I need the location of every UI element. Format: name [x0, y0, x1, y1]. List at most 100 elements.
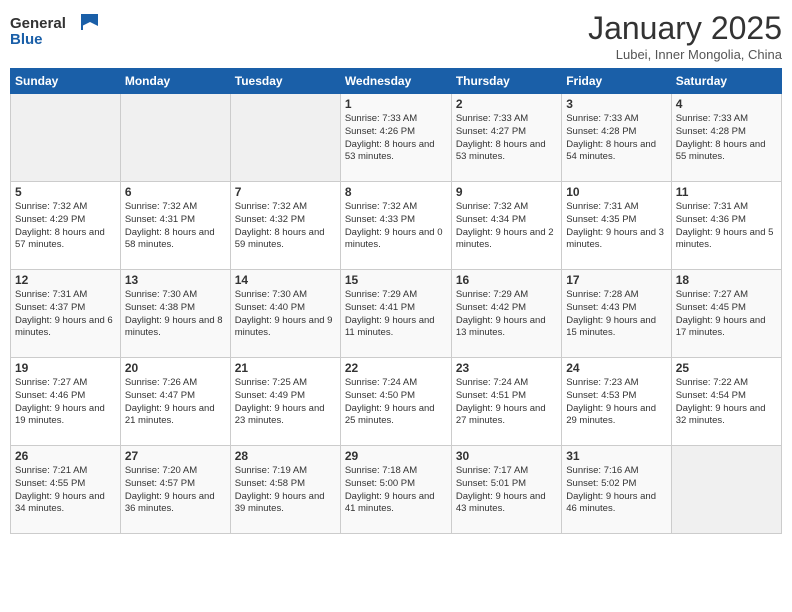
day-number: 30	[456, 449, 557, 463]
calendar-cell: 16 Sunrise: 7:29 AMSunset: 4:42 PMDayligh…	[451, 270, 561, 358]
day-number: 28	[235, 449, 336, 463]
day-info: Sunrise: 7:17 AMSunset: 5:01 PMDaylight:…	[456, 465, 557, 516]
day-number: 16	[456, 273, 557, 287]
calendar-cell: 14 Sunrise: 7:30 AMSunset: 4:40 PMDayligh…	[230, 270, 340, 358]
day-number: 11	[676, 185, 777, 199]
day-info: Sunrise: 7:28 AMSunset: 4:43 PMDaylight:…	[566, 289, 666, 340]
day-header-tuesday: Tuesday	[230, 69, 340, 94]
page: General Blue January 2025 Lubei, Inner M…	[0, 0, 792, 612]
calendar-cell: 2 Sunrise: 7:33 AMSunset: 4:27 PMDaylight…	[451, 94, 561, 182]
calendar-cell: 21 Sunrise: 7:25 AMSunset: 4:49 PMDayligh…	[230, 358, 340, 446]
day-number: 8	[345, 185, 447, 199]
calendar-cell: 15 Sunrise: 7:29 AMSunset: 4:41 PMDayligh…	[340, 270, 451, 358]
calendar-cell	[230, 94, 340, 182]
title-area: January 2025 Lubei, Inner Mongolia, Chin…	[588, 10, 782, 62]
day-info: Sunrise: 7:27 AMSunset: 4:45 PMDaylight:…	[676, 289, 777, 340]
day-info: Sunrise: 7:19 AMSunset: 4:58 PMDaylight:…	[235, 465, 336, 516]
header: General Blue January 2025 Lubei, Inner M…	[10, 10, 782, 62]
day-info: Sunrise: 7:33 AMSunset: 4:27 PMDaylight:…	[456, 113, 557, 164]
day-number: 26	[15, 449, 116, 463]
day-info: Sunrise: 7:30 AMSunset: 4:40 PMDaylight:…	[235, 289, 336, 340]
day-info: Sunrise: 7:32 AMSunset: 4:29 PMDaylight:…	[15, 201, 116, 252]
day-info: Sunrise: 7:33 AMSunset: 4:28 PMDaylight:…	[676, 113, 777, 164]
day-number: 14	[235, 273, 336, 287]
calendar-cell: 6Sunrise: 7:32 AMSunset: 4:31 PMDaylight…	[120, 182, 230, 270]
day-info: Sunrise: 7:21 AMSunset: 4:55 PMDaylight:…	[15, 465, 116, 516]
calendar-cell: 27 Sunrise: 7:20 AMSunset: 4:57 PMDayligh…	[120, 446, 230, 534]
day-info: Sunrise: 7:32 AMSunset: 4:34 PMDaylight:…	[456, 201, 557, 252]
calendar-cell: 9 Sunrise: 7:32 AMSunset: 4:34 PMDaylight…	[451, 182, 561, 270]
day-info: Sunrise: 7:31 AMSunset: 4:36 PMDaylight:…	[676, 201, 777, 252]
day-info: Sunrise: 7:33 AMSunset: 4:28 PMDaylight:…	[566, 113, 666, 164]
calendar-table: SundayMondayTuesdayWednesdayThursdayFrid…	[10, 68, 782, 534]
calendar-cell: 30 Sunrise: 7:17 AMSunset: 5:01 PMDayligh…	[451, 446, 561, 534]
day-header-monday: Monday	[120, 69, 230, 94]
day-info: Sunrise: 7:32 AMSunset: 4:32 PMDaylight:…	[235, 201, 336, 252]
calendar-cell	[11, 94, 121, 182]
calendar-cell: 17 Sunrise: 7:28 AMSunset: 4:43 PMDayligh…	[562, 270, 671, 358]
day-header-saturday: Saturday	[671, 69, 781, 94]
day-number: 25	[676, 361, 777, 375]
day-number: 22	[345, 361, 447, 375]
day-number: 9	[456, 185, 557, 199]
day-info: Sunrise: 7:23 AMSunset: 4:53 PMDaylight:…	[566, 377, 666, 428]
calendar-cell: 31 Sunrise: 7:16 AMSunset: 5:02 PMDayligh…	[562, 446, 671, 534]
day-info: Sunrise: 7:18 AMSunset: 5:00 PMDaylight:…	[345, 465, 447, 516]
day-number: 5	[15, 185, 116, 199]
day-info: Sunrise: 7:29 AMSunset: 4:42 PMDaylight:…	[456, 289, 557, 340]
day-info: Sunrise: 7:25 AMSunset: 4:49 PMDaylight:…	[235, 377, 336, 428]
day-info: Sunrise: 7:32 AMSunset: 4:31 PMDaylight:…	[125, 201, 226, 252]
day-number: 31	[566, 449, 666, 463]
day-header-sunday: Sunday	[11, 69, 121, 94]
calendar-cell: 8 Sunrise: 7:32 AMSunset: 4:33 PMDaylight…	[340, 182, 451, 270]
calendar-cell: 24Sunrise: 7:23 AMSunset: 4:53 PMDayligh…	[562, 358, 671, 446]
calendar-cell	[671, 446, 781, 534]
day-number: 17	[566, 273, 666, 287]
day-info: Sunrise: 7:24 AMSunset: 4:50 PMDaylight:…	[345, 377, 447, 428]
day-number: 7	[235, 185, 336, 199]
calendar-cell	[120, 94, 230, 182]
calendar-cell: 25 Sunrise: 7:22 AMSunset: 4:54 PMDayligh…	[671, 358, 781, 446]
day-number: 15	[345, 273, 447, 287]
calendar-cell: 22 Sunrise: 7:24 AMSunset: 4:50 PMDayligh…	[340, 358, 451, 446]
day-number: 23	[456, 361, 557, 375]
day-info: Sunrise: 7:20 AMSunset: 4:57 PMDaylight:…	[125, 465, 226, 516]
calendar-cell: 26 Sunrise: 7:21 AMSunset: 4:55 PMDayligh…	[11, 446, 121, 534]
day-number: 2	[456, 97, 557, 111]
calendar-cell: 23 Sunrise: 7:24 AMSunset: 4:51 PMDayligh…	[451, 358, 561, 446]
day-info: Sunrise: 7:16 AMSunset: 5:02 PMDaylight:…	[566, 465, 666, 516]
day-number: 10	[566, 185, 666, 199]
day-info: Sunrise: 7:31 AMSunset: 4:37 PMDaylight:…	[15, 289, 116, 340]
day-info: Sunrise: 7:31 AMSunset: 4:35 PMDaylight:…	[566, 201, 666, 252]
calendar-cell: 20 Sunrise: 7:26 AMSunset: 4:47 PMDayligh…	[120, 358, 230, 446]
day-header-thursday: Thursday	[451, 69, 561, 94]
day-number: 18	[676, 273, 777, 287]
logo-text: General Blue	[10, 10, 110, 55]
location: Lubei, Inner Mongolia, China	[588, 47, 782, 62]
day-info: Sunrise: 7:32 AMSunset: 4:33 PMDaylight:…	[345, 201, 447, 252]
calendar-cell: 19Sunrise: 7:27 AMSunset: 4:46 PMDayligh…	[11, 358, 121, 446]
calendar-cell: 13Sunrise: 7:30 AMSunset: 4:38 PMDayligh…	[120, 270, 230, 358]
day-number: 1	[345, 97, 447, 111]
calendar-cell: 10 Sunrise: 7:31 AMSunset: 4:35 PMDayligh…	[562, 182, 671, 270]
day-info: Sunrise: 7:30 AMSunset: 4:38 PMDaylight:…	[125, 289, 226, 340]
day-number: 3	[566, 97, 666, 111]
day-info: Sunrise: 7:24 AMSunset: 4:51 PMDaylight:…	[456, 377, 557, 428]
day-header-friday: Friday	[562, 69, 671, 94]
day-info: Sunrise: 7:27 AMSunset: 4:46 PMDaylight:…	[15, 377, 116, 428]
logo: General Blue	[10, 10, 110, 55]
svg-text:General: General	[10, 15, 66, 32]
day-info: Sunrise: 7:29 AMSunset: 4:41 PMDaylight:…	[345, 289, 447, 340]
day-info: Sunrise: 7:22 AMSunset: 4:54 PMDaylight:…	[676, 377, 777, 428]
day-number: 20	[125, 361, 226, 375]
day-number: 21	[235, 361, 336, 375]
calendar-cell: 12Sunrise: 7:31 AMSunset: 4:37 PMDayligh…	[11, 270, 121, 358]
calendar-cell: 3 Sunrise: 7:33 AMSunset: 4:28 PMDaylight…	[562, 94, 671, 182]
calendar-cell: 28 Sunrise: 7:19 AMSunset: 4:58 PMDayligh…	[230, 446, 340, 534]
day-header-wednesday: Wednesday	[340, 69, 451, 94]
month-title: January 2025	[588, 10, 782, 47]
calendar-cell: 18 Sunrise: 7:27 AMSunset: 4:45 PMDayligh…	[671, 270, 781, 358]
calendar-cell: 7 Sunrise: 7:32 AMSunset: 4:32 PMDaylight…	[230, 182, 340, 270]
day-info: Sunrise: 7:26 AMSunset: 4:47 PMDaylight:…	[125, 377, 226, 428]
day-number: 27	[125, 449, 226, 463]
